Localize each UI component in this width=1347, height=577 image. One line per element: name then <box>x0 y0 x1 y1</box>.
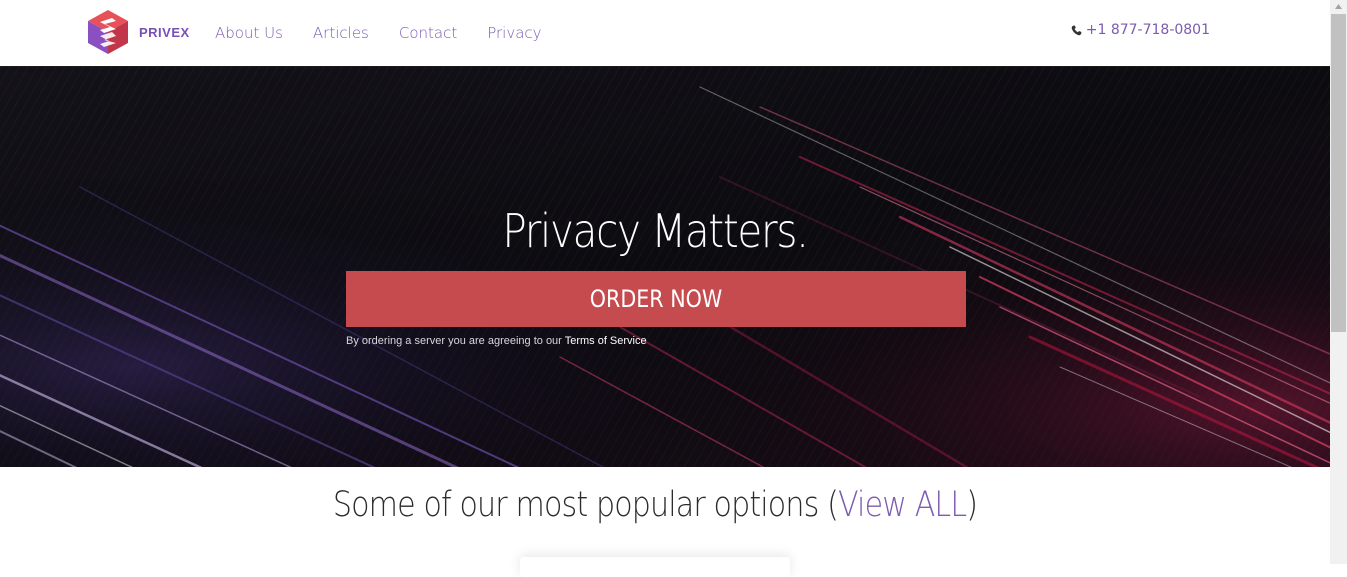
scroll-up-arrow-icon[interactable] <box>1330 0 1347 14</box>
phone-number: +1 877-718-0801 <box>1085 22 1210 38</box>
popular-options-heading: Some of our most popular options (View A… <box>92 485 1219 525</box>
hero-banner: Privacy Matters. ORDER NOW By ordering a… <box>0 67 1330 467</box>
top-navbar: PRIVEX About Us Articles Contact Privacy… <box>0 0 1330 67</box>
page-scrollbar-thumb[interactable] <box>1331 14 1346 332</box>
hero-background-streaks <box>0 67 1330 467</box>
view-all-link[interactable]: View ALL <box>838 485 967 525</box>
option-card-top-edge <box>520 557 790 577</box>
popular-heading-suffix: ) <box>966 485 978 525</box>
nav-about-us[interactable]: About Us <box>200 24 298 42</box>
main-nav: About Us Articles Contact Privacy <box>200 0 557 66</box>
order-now-button[interactable]: ORDER NOW <box>346 271 966 327</box>
brand-name: PRIVEX <box>139 24 190 40</box>
order-now-label: ORDER NOW <box>589 285 723 313</box>
terms-of-service-link[interactable]: Terms of Service <box>565 335 647 347</box>
phone-icon <box>1071 24 1082 35</box>
brand-home-link[interactable]: PRIVEX <box>88 10 190 54</box>
nav-contact[interactable]: Contact <box>384 24 472 42</box>
nav-privacy[interactable]: Privacy <box>472 24 556 42</box>
terms-notice: By ordering a server you are agreeing to… <box>346 335 647 347</box>
nav-articles[interactable]: Articles <box>298 24 384 42</box>
popular-heading-prefix: Some of our most popular options ( <box>332 485 839 525</box>
privex-cube-logo-icon <box>88 10 128 54</box>
terms-notice-text: By ordering a server you are agreeing to… <box>346 335 565 347</box>
hero-title: Privacy Matters. <box>502 204 809 258</box>
phone-link[interactable]: +1 877-718-0801 <box>1071 22 1210 38</box>
